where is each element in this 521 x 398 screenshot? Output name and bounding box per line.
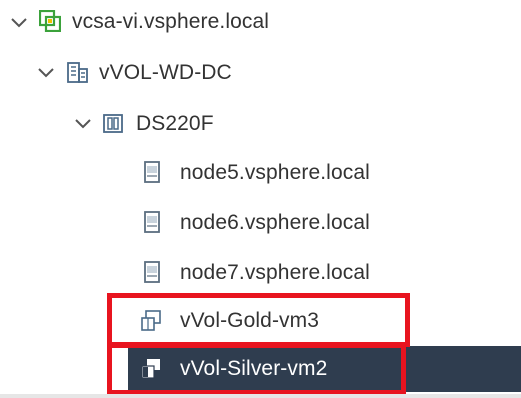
tree-item-host[interactable]: node5.vsphere.local <box>0 150 521 196</box>
tree-item-host[interactable]: node6.vsphere.local <box>0 200 521 246</box>
host-icon <box>144 261 160 283</box>
cluster-icon <box>103 114 123 133</box>
host-icon <box>144 161 160 183</box>
chevron-down-icon[interactable] <box>10 16 28 30</box>
datacenter-icon <box>67 62 88 83</box>
tree-item-label: DS220F <box>136 112 214 135</box>
tree-item-label: node6.vsphere.local <box>180 211 370 234</box>
tree-item-vcenter[interactable]: vcsa-vi.vsphere.local <box>0 0 521 46</box>
tree-item-cluster[interactable]: DS220F <box>0 100 521 146</box>
tree-item-label: node7.vsphere.local <box>180 261 370 284</box>
annotation-box-gold <box>107 293 410 347</box>
annotation-box-silver <box>107 343 406 395</box>
tree-item-label: vVOL-WD-DC <box>99 61 232 84</box>
tree-item-label: vcsa-vi.vsphere.local <box>72 10 270 33</box>
tree-item-host[interactable]: node7.vsphere.local <box>0 250 521 296</box>
chevron-down-icon[interactable] <box>74 117 92 131</box>
tree-item-datacenter[interactable]: vVOL-WD-DC <box>0 50 521 96</box>
chevron-down-icon[interactable] <box>37 66 55 80</box>
divider <box>0 394 521 398</box>
tree-item-label: node5.vsphere.local <box>180 161 370 184</box>
host-icon <box>144 211 160 233</box>
vcenter-icon <box>39 10 61 32</box>
